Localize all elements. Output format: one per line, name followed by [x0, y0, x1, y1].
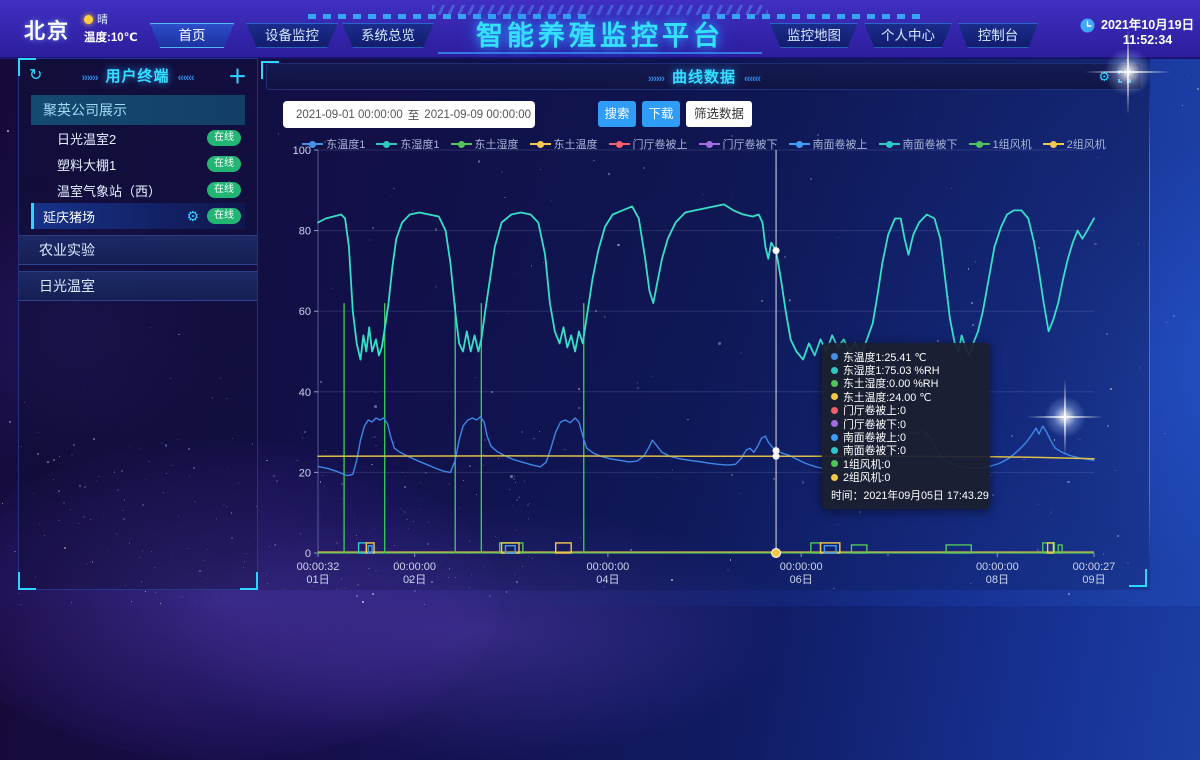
corner-decoration [1129, 569, 1147, 587]
add-icon[interactable]: ＋ [228, 62, 247, 89]
status-badge: 在线 [207, 130, 241, 146]
legend-marker [609, 143, 630, 145]
svg-text:00:00:00: 00:00:00 [976, 561, 1019, 573]
legend-item[interactable]: 南面卷被下 [879, 136, 958, 152]
chart-legend: 东温度1 东湿度1 东土湿度东土温度门厅卷被上门厅卷被下南面卷被上南面卷被下 1组风机… [258, 136, 1150, 152]
nav-tab-console[interactable]: 控制台 [958, 23, 1038, 48]
tooltip-time: 时间：2021年09月05日 17:43.29 [831, 487, 981, 503]
gear-icon[interactable]: ⚙ [186, 208, 199, 225]
legend-item[interactable]: 门厅卷被上 [609, 136, 688, 152]
svg-text:01日: 01日 [306, 574, 329, 586]
svg-text:06日: 06日 [790, 574, 813, 586]
svg-text:60: 60 [299, 306, 311, 318]
range-separator: 至 [408, 107, 420, 123]
current-time: 11:52:34 [1101, 33, 1194, 48]
corner-decoration [18, 572, 36, 590]
legend-marker [530, 143, 551, 145]
range-end-value: 2021-09-09 00:00:00 [424, 109, 531, 121]
svg-text:80: 80 [299, 226, 311, 238]
legend-marker [699, 143, 720, 145]
refresh-icon[interactable]: ↻ [29, 65, 47, 85]
curve-data-panel: ›››››› 曲线数据 ‹‹‹‹‹‹ ⚙ 2021-09-01 00:00:00 至… [258, 58, 1150, 590]
svg-text:00:00:00: 00:00:00 [586, 561, 629, 573]
legend-item[interactable]: 南面卷被上 [789, 136, 868, 152]
svg-text:08日: 08日 [986, 574, 1009, 586]
chart-tooltip: 东温度1:25.41 ℃东湿度1:75.03 %RH东土湿度:0.00 %RH东… [822, 343, 990, 509]
svg-text:40: 40 [299, 387, 311, 399]
deco-arrows-left: ›››››› [648, 73, 664, 85]
legend-marker [789, 143, 810, 145]
download-button[interactable]: 下载 [642, 101, 680, 127]
status-badge: 在线 [207, 156, 241, 172]
filter-data-button[interactable]: 筛选数据 [686, 101, 752, 127]
date-range-input[interactable]: 2021-09-01 00:00:00 至 2021-09-09 00:00:0… [283, 101, 535, 128]
svg-text:20: 20 [299, 467, 311, 479]
sidebar-device-yanqing-pig-farm[interactable]: 延庆猪场 ⚙ 在线 [31, 203, 245, 229]
user-terminal-sidebar: ↻ ›››››› 用户终端 ‹‹‹‹‹‹ ＋ 聚英公司展示 日光温室2 在线 塑料大… [18, 58, 258, 590]
search-button[interactable]: 搜索 [598, 101, 636, 127]
deco-arrows-right: ‹‹‹‹‹‹ [178, 72, 194, 84]
sidebar-group-agriculture-experiment[interactable]: 农业实验 [19, 235, 257, 265]
legend-marker [451, 143, 472, 145]
panel-right-edge [1149, 88, 1150, 564]
nav-tab-monitor-map[interactable]: 监控地图 [770, 23, 858, 48]
legend-marker [879, 143, 900, 145]
sidebar-company-item[interactable]: 聚英公司展示 [31, 95, 245, 125]
legend-item[interactable]: 东湿度1 [376, 136, 439, 152]
legend-item[interactable]: 东土湿度 [451, 136, 519, 152]
svg-text:04日: 04日 [596, 574, 619, 586]
legend-item[interactable]: 门厅卷被下 [699, 136, 778, 152]
clock-icon [1080, 18, 1095, 33]
sidebar-device-greenhouse2[interactable]: 日光温室2 在线 [31, 125, 245, 151]
deco-arrows-right: ‹‹‹‹‹‹ [744, 73, 760, 85]
sidebar-device-weather-station[interactable]: 温室气象站（西） 在线 [31, 177, 245, 203]
svg-text:00:00:00: 00:00:00 [393, 561, 436, 573]
top-header-bar: 北京 晴 温度:10℃ 首页 设备监控 系统总览 智能养殖监控平台 监控地图 个… [0, 0, 1200, 59]
svg-text:09日: 09日 [1082, 574, 1105, 586]
status-badge: 在线 [207, 182, 241, 198]
svg-text:00:00:00: 00:00:00 [780, 561, 823, 573]
legend-item[interactable]: 东温度1 [302, 136, 365, 152]
nav-tab-personal-center[interactable]: 个人中心 [864, 23, 952, 48]
svg-text:00:00:27: 00:00:27 [1073, 561, 1116, 573]
corner-decoration [240, 572, 258, 590]
fullscreen-icon[interactable] [1118, 70, 1131, 83]
settings-gear-icon[interactable]: ⚙ [1098, 70, 1110, 83]
status-badge: 在线 [207, 208, 241, 224]
sidebar-device-plastic-shed1[interactable]: 塑料大棚1 在线 [31, 151, 245, 177]
legend-item[interactable]: 1组风机 [969, 136, 1032, 152]
svg-text:00:00:32: 00:00:32 [297, 561, 340, 573]
current-date: 2021年10月19日 [1101, 18, 1194, 33]
deco-arrows-left: ›››››› [82, 72, 98, 84]
tooltip-row: 2组风机:0 [831, 471, 981, 484]
svg-text:02日: 02日 [403, 574, 426, 586]
legend-item[interactable]: 东土温度 [530, 136, 598, 152]
datetime-widget: 2021年10月19日 11:52:34 [1080, 18, 1194, 48]
svg-text:0: 0 [305, 548, 311, 560]
legend-marker [969, 143, 990, 145]
sidebar-group-solar-greenhouse[interactable]: 日光温室 [19, 271, 257, 301]
legend-marker [1043, 143, 1064, 145]
legend-marker [302, 143, 323, 145]
legend-marker [376, 143, 397, 145]
sidebar-title: 用户终端 [105, 68, 169, 85]
panel-title: 曲线数据 [672, 69, 736, 86]
legend-item[interactable]: 2组风机 [1043, 136, 1106, 152]
range-start-value: 2021-09-01 00:00:00 [296, 109, 403, 121]
